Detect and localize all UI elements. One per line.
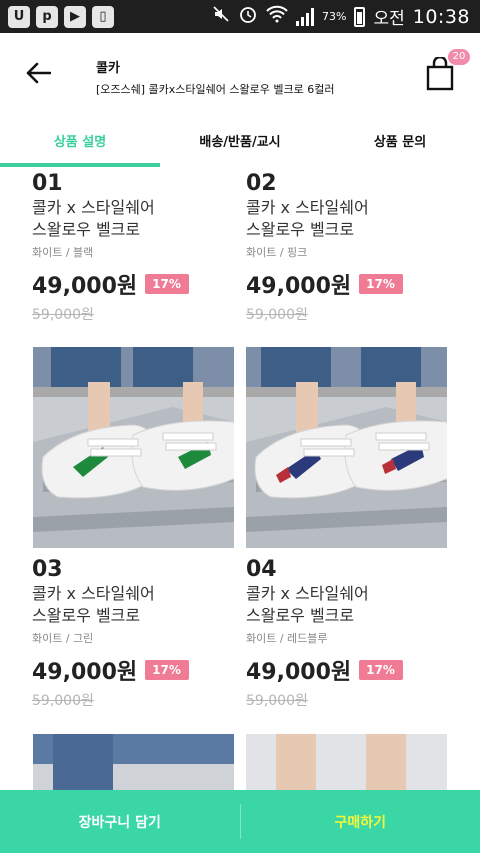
product-photo-partial[interactable] [246, 734, 447, 790]
tab-product-inquiry[interactable]: 상품 문의 [320, 113, 480, 167]
product-price: 49,000원 [32, 274, 138, 299]
product-price: 49,000원 [246, 274, 352, 299]
product-card[interactable]: 03 콜카 x 스타일쉐어 스왈로우 벨크로 화이트 / 그린 49,000원 … [32, 557, 232, 710]
discount-badge: 17% [359, 660, 403, 680]
play-store-icon: ▶ [64, 5, 86, 28]
product-name-line1: 콜카 x 스타일쉐어 [246, 198, 369, 217]
product-name-line1: 콜카 x 스타일쉐어 [32, 584, 155, 603]
product-title: [오즈스쉐] 콜카x스타일쉐어 스왈로우 벨크로 6컬러 [96, 83, 335, 96]
product-price: 49,000원 [32, 660, 138, 685]
product-number: 03 [32, 557, 63, 582]
status-time: 10:38 [412, 5, 470, 28]
product-name-line2: 스왈로우 벨크로 [32, 606, 141, 625]
alarm-icon [238, 4, 258, 29]
bottom-action-bar: 장바구니 담기 구매하기 [0, 790, 480, 853]
device-icon: ▯ [92, 5, 114, 28]
product-card[interactable]: 02 콜카 x 스타일쉐어 스왈로우 벨크로 화이트 / 핑크 49,000원 … [246, 171, 446, 324]
product-photo-redblue[interactable] [246, 347, 447, 548]
back-button[interactable] [18, 53, 58, 93]
original-price: 59,000원 [32, 693, 94, 709]
product-number: 01 [32, 171, 63, 196]
back-arrow-icon [26, 62, 51, 84]
battery-percent: 73% [322, 10, 347, 23]
product-option: 화이트 / 핑크 [246, 246, 308, 259]
product-option: 화이트 / 블랙 [32, 246, 94, 259]
product-option: 화이트 / 그린 [32, 632, 94, 645]
product-option: 화이트 / 레드블루 [246, 632, 328, 645]
cart-count-badge: 20 [448, 49, 470, 65]
discount-badge: 17% [145, 660, 189, 680]
product-name-line2: 스왈로우 벨크로 [246, 220, 355, 239]
add-to-cart-button[interactable]: 장바구니 담기 [0, 790, 240, 853]
product-list: 01 콜카 x 스타일쉐어 스왈로우 벨크로 화이트 / 블랙 49,000원 … [0, 167, 480, 790]
product-name-line1: 콜카 x 스타일쉐어 [32, 198, 155, 217]
product-photo-green[interactable] [33, 347, 234, 548]
tab-shipping-returns[interactable]: 배송/반품/교시 [160, 113, 320, 167]
original-price: 59,000원 [246, 693, 308, 709]
battery-icon [354, 6, 366, 27]
tab-product-description[interactable]: 상품 설명 [0, 113, 160, 167]
product-price: 49,000원 [246, 660, 352, 685]
wifi-icon [266, 5, 288, 28]
original-price: 59,000원 [246, 307, 308, 323]
discount-badge: 17% [359, 274, 403, 294]
product-name-line2: 스왈로우 벨크로 [246, 606, 355, 625]
tab-bar: 상품 설명 배송/반품/교시 상품 문의 [0, 113, 480, 167]
product-name-line1: 콜카 x 스타일쉐어 [246, 584, 369, 603]
app-p-icon: p [36, 5, 58, 28]
product-name-line2: 스왈로우 벨크로 [32, 220, 141, 239]
product-card[interactable]: 01 콜카 x 스타일쉐어 스왈로우 벨크로 화이트 / 블랙 49,000원 … [32, 171, 232, 324]
product-card[interactable]: 04 콜카 x 스타일쉐어 스왈로우 벨크로 화이트 / 레드블루 49,000… [246, 557, 446, 710]
original-price: 59,000원 [32, 307, 94, 323]
discount-badge: 17% [145, 274, 189, 294]
status-ampm: 오전 [373, 9, 405, 29]
product-number: 02 [246, 171, 277, 196]
product-photo-partial[interactable] [33, 734, 234, 790]
page-header: 콜카 [오즈스쉐] 콜카x스타일쉐어 스왈로우 벨크로 6컬러 20 [0, 33, 480, 113]
brand-title: 콜카 [96, 61, 120, 76]
product-number: 04 [246, 557, 277, 582]
app-u-icon: U [8, 5, 30, 28]
status-bar: U p ▶ ▯ 73% 오전 10:38 [0, 0, 480, 33]
mute-icon [212, 5, 230, 28]
signal-icon [296, 7, 314, 26]
buy-now-button[interactable]: 구매하기 [241, 790, 480, 853]
